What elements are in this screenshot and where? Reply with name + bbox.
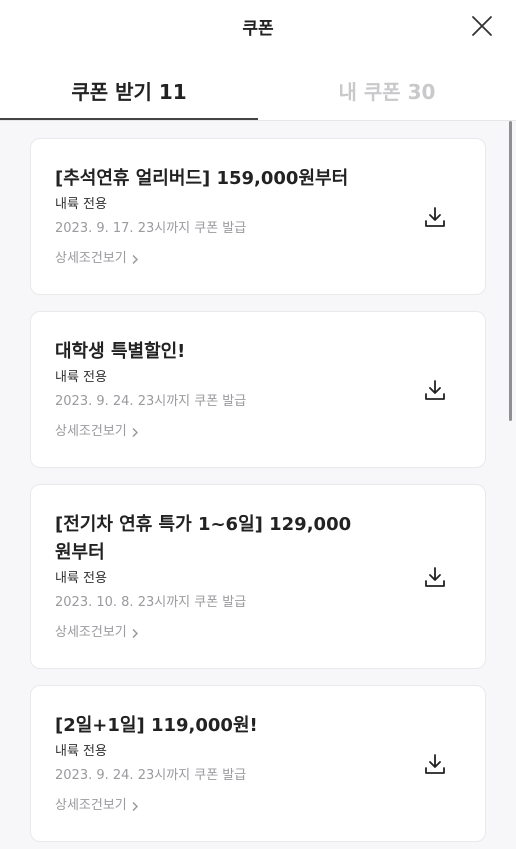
coupon-deadline: 2023. 10. 8. 23시까지 쿠폰 발급 xyxy=(55,595,247,610)
download-icon xyxy=(425,206,445,227)
coupon-detail-link[interactable]: 상세조건보기 xyxy=(55,423,139,441)
download-icon xyxy=(425,753,445,774)
coupon-detail-link[interactable]: 상세조건보기 xyxy=(55,624,139,642)
tab-bar: 쿠폰 받기 11 내 쿠폰 30 xyxy=(0,60,516,121)
coupon-scope: 내륙 전용 xyxy=(55,744,107,759)
coupon-detail-label: 상세조건보기 xyxy=(55,625,127,640)
chevron-right-icon xyxy=(132,427,138,437)
coupon-deadline: 2023. 9. 24. 23시까지 쿠폰 발급 xyxy=(55,768,247,783)
download-coupon-button[interactable] xyxy=(421,376,449,404)
chevron-right-icon xyxy=(132,628,138,638)
coupon-detail-link[interactable]: 상세조건보기 xyxy=(55,250,139,268)
coupon-card: [전기차 연휴 특가 1~6일] 129,000 원부터 내륙 전용 2023.… xyxy=(30,484,486,669)
chevron-right-icon xyxy=(132,254,138,264)
coupon-title-line: 원부터 xyxy=(55,542,105,563)
coupon-detail-link[interactable]: 상세조건보기 xyxy=(55,797,139,815)
coupon-card: [2일+1일] 119,000원! 내륙 전용 2023. 9. 24. 23시… xyxy=(30,685,486,842)
coupon-deadline: 2023. 9. 17. 23시까지 쿠폰 발급 xyxy=(55,221,247,236)
coupon-title: [전기차 연휴 특가 1~6일] 129,000 원부터 xyxy=(55,511,385,567)
coupon-detail-label: 상세조건보기 xyxy=(55,798,127,813)
close-icon xyxy=(472,16,492,36)
coupon-page: 쿠폰 쿠폰 받기 11 내 쿠폰 30 [추석연휴 얼리버드] 159,000원… xyxy=(0,0,516,849)
page-title: 쿠폰 xyxy=(242,19,274,39)
coupon-deadline: 2023. 9. 24. 23시까지 쿠폰 발급 xyxy=(55,394,247,409)
coupon-scope: 내륙 전용 xyxy=(55,571,107,586)
coupon-card: 대학생 특별할인! 내륙 전용 2023. 9. 24. 23시까지 쿠폰 발급… xyxy=(30,311,486,468)
coupon-title: [2일+1일] 119,000원! xyxy=(55,715,258,736)
coupon-card: [추석연휴 얼리버드] 159,000원부터 내륙 전용 2023. 9. 17… xyxy=(30,138,486,295)
coupon-scope: 내륙 전용 xyxy=(55,370,107,385)
close-button[interactable] xyxy=(466,10,498,42)
scrollbar[interactable] xyxy=(509,121,512,421)
tab-my-coupons[interactable]: 내 쿠폰 30 xyxy=(258,60,516,120)
chevron-right-icon xyxy=(132,801,138,811)
coupon-title: [추석연휴 얼리버드] 159,000원부터 xyxy=(55,168,349,189)
coupon-list[interactable]: [추석연휴 얼리버드] 159,000원부터 내륙 전용 2023. 9. 17… xyxy=(0,121,516,849)
tab-receive-coupons[interactable]: 쿠폰 받기 11 xyxy=(0,60,258,120)
coupon-detail-label: 상세조건보기 xyxy=(55,424,127,439)
download-coupon-button[interactable] xyxy=(421,203,449,231)
download-icon xyxy=(425,379,445,400)
header: 쿠폰 xyxy=(0,0,516,52)
download-coupon-button[interactable] xyxy=(421,750,449,778)
download-icon xyxy=(425,566,445,587)
coupon-title-line: [전기차 연휴 특가 1~6일] 129,000 xyxy=(55,514,352,535)
coupon-title: 대학생 특별할인! xyxy=(55,341,186,362)
download-coupon-button[interactable] xyxy=(421,563,449,591)
coupon-detail-label: 상세조건보기 xyxy=(55,251,127,266)
coupon-scope: 내륙 전용 xyxy=(55,197,107,212)
